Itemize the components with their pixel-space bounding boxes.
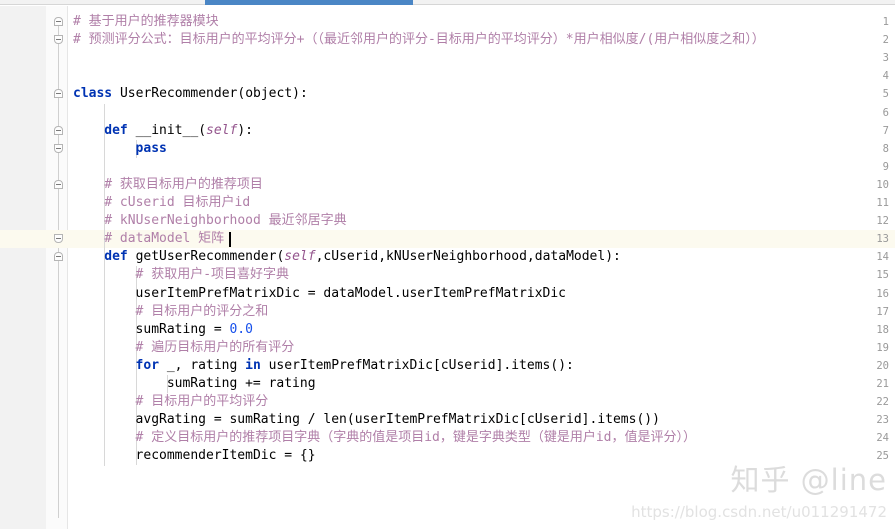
code-token-plain: (	[198, 122, 207, 138]
fold-marker[interactable]	[54, 35, 63, 45]
code-line[interactable]: # 获取目标用户的推荐项目	[104, 176, 263, 194]
code-token-fn: getUserRecommender	[135, 249, 277, 265]
code-token-cmt: # 获取目标用户的推荐项目	[104, 176, 263, 192]
code-token-cmt: # 目标用户的平均评分	[135, 394, 269, 410]
code-token-plain: ,cUserid,kNUserNeighborhood,dataModel):	[315, 249, 621, 265]
code-token-plain: sumRating =	[135, 321, 230, 337]
code-token-fn: __init__	[135, 122, 199, 138]
code-line[interactable]: for _, rating in userItemPrefMatrixDic[c…	[136, 357, 574, 375]
code-token-plain: sumRating += rating	[166, 376, 316, 391]
fold-marker[interactable]	[54, 125, 63, 135]
code-token-kw: pass	[135, 140, 167, 156]
code-token-plain: userItemPrefMatrixDic[cUserid].items():	[260, 357, 574, 373]
code-line[interactable]: # 基于用户的推荐器模块	[73, 13, 219, 31]
code-token-kw: def	[104, 122, 128, 138]
code-token-self: self	[284, 249, 316, 265]
code-token-cmt: # 定义目标用户的推荐项目字典（字典的值是项目id，键是字典类型（键是用户id，…	[135, 430, 697, 446]
code-line[interactable]: recommenderItemDic = {}	[136, 447, 316, 465]
code-line[interactable]: def getUserRecommender(self,cUserid,kNUs…	[104, 248, 621, 266]
code-token-cmt: # kNUserNeighborhood 最近邻居字典	[104, 213, 347, 229]
code-token-cmt: # cUserid 目标用户id	[104, 195, 251, 210]
code-token-cmt: # 预测评分公式：目标用户的平均评分+（（最近邻用户的评分-目标用户的平均评分）…	[73, 32, 765, 48]
code-line[interactable]: # cUserid 目标用户id	[104, 194, 250, 212]
code-line[interactable]: # 目标用户的平均评分	[136, 393, 269, 411]
fold-marker[interactable]	[54, 179, 63, 189]
code-token-cmt: # 获取用户-项目喜好字典	[135, 267, 290, 283]
code-line[interactable]: avgRating = sumRating / len(userItemPref…	[136, 411, 660, 429]
code-token-num: 0.0	[229, 321, 253, 337]
code-line[interactable]: # 目标用户的评分之和	[136, 303, 269, 321]
code-token-plain: (object):	[237, 86, 308, 102]
code-token-cmt: # dataModel 矩阵	[104, 231, 225, 247]
code-token-plain: ):	[237, 122, 253, 138]
fold-marker[interactable]	[54, 89, 63, 99]
code-line[interactable]: # 预测评分公式：目标用户的平均评分+（（最近邻用户的评分-目标用户的平均评分）…	[73, 31, 765, 49]
code-line[interactable]: pass	[136, 140, 167, 158]
code-line[interactable]: class UserRecommender(object):	[73, 85, 308, 103]
code-token-kw: in	[245, 357, 261, 373]
code-line[interactable]: # dataModel 矩阵	[104, 230, 224, 248]
fold-marker[interactable]	[54, 234, 63, 244]
code-token-kw: class	[73, 86, 113, 102]
code-line[interactable]: def __init__(self):	[104, 122, 253, 140]
code-token-cls: UserRecommender	[119, 86, 238, 102]
code-token-kw: def	[104, 249, 128, 265]
code-line[interactable]: userItemPrefMatrixDic = dataModel.userIt…	[136, 285, 566, 303]
code-fold-gutter[interactable]	[46, 6, 68, 529]
code-token-cmt: # 目标用户的评分之和	[135, 303, 269, 319]
code-token-plain: avgRating = sumRating / len(userItemPref…	[135, 412, 660, 428]
indent-guide	[104, 103, 106, 466]
code-token-self: self	[206, 122, 238, 138]
fold-marker[interactable]	[54, 17, 63, 26]
code-token-cmt: # 基于用户的推荐器模块	[73, 14, 219, 29]
line-number-gutter[interactable]	[0, 6, 46, 529]
code-token-cmt: # 遍历目标用户的所有评分	[135, 339, 295, 355]
code-line[interactable]: # 定义目标用户的推荐项目字典（字典的值是项目id，键是字典类型（键是用户id，…	[136, 429, 696, 447]
code-line[interactable]: sumRating += rating	[167, 375, 316, 393]
code-line[interactable]: # 获取用户-项目喜好字典	[136, 266, 289, 284]
code-line[interactable]: # kNUserNeighborhood 最近邻居字典	[104, 212, 346, 230]
fold-marker[interactable]	[54, 143, 63, 153]
code-token-kw: for	[135, 357, 160, 373]
code-editor[interactable]: 1 2 3 4 5 6 7 8 9 10 11 12 13 14 15 16 17 18 19 20 21 22 23 24 2…	[0, 6, 895, 529]
horizontal-scrollbar-track[interactable]	[0, 0, 895, 5]
code-line[interactable]: # 遍历目标用户的所有评分	[136, 339, 295, 357]
code-token-plain: _, rating	[159, 357, 246, 373]
fold-marker[interactable]	[54, 252, 63, 262]
code-line[interactable]: sumRating = 0.0	[136, 321, 253, 339]
text-caret	[229, 232, 232, 248]
code-token-plain: userItemPrefMatrixDic = dataModel.userIt…	[135, 285, 567, 301]
code-token-plain: recommenderItemDic = {}	[135, 448, 316, 464]
horizontal-scrollbar-thumb[interactable]	[205, 0, 413, 5]
code-content[interactable]: # 基于用户的推荐器模块 # 预测评分公式：目标用户的平均评分+（（最近邻用户的评…	[68, 6, 895, 529]
